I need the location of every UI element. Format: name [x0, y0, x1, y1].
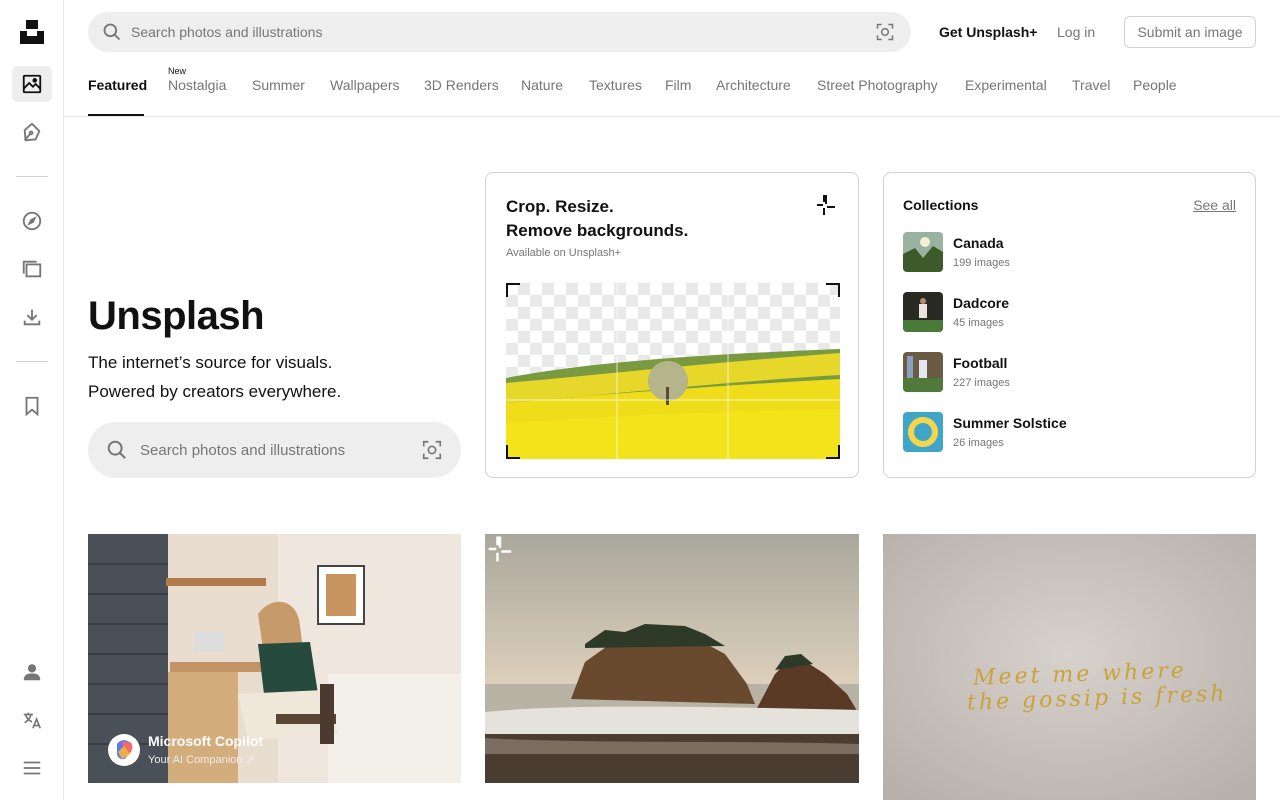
- tab-featured[interactable]: Featured: [88, 77, 147, 93]
- sidebar-user-button[interactable]: [12, 654, 52, 690]
- collection-thumbnail: [903, 412, 943, 452]
- collection-name: Canada: [953, 235, 1004, 251]
- tab-summer[interactable]: Summer: [252, 77, 305, 93]
- collection-count: 227 images: [953, 377, 1010, 389]
- collection-count: 45 images: [953, 317, 1004, 329]
- workspace-photo-illustration: [88, 534, 461, 783]
- promo-title: Crop. Resize. Remove backgrounds.: [506, 195, 688, 243]
- sidebar: [0, 0, 64, 800]
- sidebar-download-button[interactable]: [12, 299, 52, 335]
- promo-title-line-1: Crop. Resize.: [506, 197, 614, 216]
- field-tree-illustration: [506, 283, 840, 459]
- hero-search-bar[interactable]: [88, 422, 461, 478]
- illustrations-pen-icon: [23, 122, 41, 142]
- tab-3d-renders[interactable]: 3D Renders: [424, 77, 499, 93]
- collection-item-summer-solstice[interactable]: Summer Solstice 26 images: [903, 412, 1233, 452]
- collection-item-dadcore[interactable]: Dadcore 45 images: [903, 292, 1233, 332]
- collections-card: Collections See all Canada 199 images Da…: [883, 172, 1256, 478]
- collection-item-canada[interactable]: Canada 199 images: [903, 232, 1233, 272]
- collection-count: 26 images: [953, 437, 1004, 449]
- sidebar-menu-button[interactable]: [12, 750, 52, 786]
- topic-tabs: Featured New Nostalgia Summer Wallpapers…: [64, 64, 1280, 117]
- collection-name: Summer Solstice: [953, 415, 1067, 431]
- submit-image-button[interactable]: Submit an image: [1124, 16, 1256, 48]
- microsoft-copilot-logo-icon: [108, 734, 140, 766]
- sidebar-language-button[interactable]: [12, 702, 52, 738]
- collections-icon: [22, 260, 42, 278]
- hero-title: Unsplash: [88, 294, 265, 338]
- coastal-rocks-photo-illustration: [485, 534, 859, 783]
- sponsor-tagline: Your AI Companion ↗: [148, 754, 255, 766]
- sidebar-divider: [16, 176, 48, 177]
- collection-count: 199 images: [953, 257, 1010, 269]
- visual-search-icon[interactable]: [421, 439, 443, 461]
- search-icon[interactable]: [106, 439, 128, 461]
- sidebar-photos-button[interactable]: [12, 66, 52, 102]
- collection-name: Football: [953, 355, 1008, 371]
- collection-thumbnail: [903, 352, 943, 392]
- tab-nature[interactable]: Nature: [521, 77, 563, 93]
- unsplash-plus-icon: [817, 195, 835, 215]
- sidebar-collections-button[interactable]: [12, 251, 52, 287]
- user-icon: [23, 664, 41, 681]
- tab-nostalgia[interactable]: Nostalgia: [168, 77, 226, 93]
- tab-wallpapers[interactable]: Wallpapers: [330, 77, 400, 93]
- bookmark-icon: [25, 396, 39, 417]
- hero-tagline-1: The internet’s source for visuals.: [88, 353, 333, 372]
- sponsor-name: Microsoft Copilot: [148, 733, 264, 749]
- get-unsplash-plus-link[interactable]: Get Unsplash+: [939, 24, 1037, 40]
- sidebar-bookmark-button[interactable]: [12, 388, 52, 424]
- explore-compass-icon: [22, 211, 42, 231]
- language-icon: [23, 712, 42, 729]
- download-icon: [23, 309, 41, 326]
- unsplash-logo-icon[interactable]: [18, 18, 46, 46]
- promo-title-line-2: Remove backgrounds.: [506, 221, 689, 240]
- collections-title: Collections: [903, 197, 979, 213]
- unsplash-plus-promo-card[interactable]: Crop. Resize. Remove backgrounds. Availa…: [485, 172, 859, 478]
- collection-thumbnail: [903, 292, 943, 332]
- collection-item-football[interactable]: Football 227 images: [903, 352, 1233, 392]
- visual-search-icon[interactable]: [875, 22, 895, 42]
- hero-search-input[interactable]: [140, 422, 410, 478]
- top-header: Get Unsplash+ Log in Submit an image: [64, 0, 1280, 64]
- tab-architecture[interactable]: Architecture: [716, 77, 791, 93]
- tab-travel[interactable]: Travel: [1072, 77, 1110, 93]
- see-all-collections-link[interactable]: See all: [1193, 197, 1236, 213]
- login-link[interactable]: Log in: [1057, 24, 1095, 40]
- tab-street-photography[interactable]: Street Photography: [817, 77, 938, 93]
- tab-textures[interactable]: Textures: [589, 77, 642, 93]
- photos-icon: [22, 74, 42, 94]
- sidebar-divider: [16, 361, 48, 362]
- collection-name: Dadcore: [953, 295, 1010, 311]
- sidebar-explore-button[interactable]: [12, 203, 52, 239]
- crop-demo-image: [506, 283, 840, 459]
- photo-coastal-rocks[interactable]: [485, 534, 859, 783]
- hero-tagline-2: Powered by creators everywhere.: [88, 382, 342, 401]
- tab-film[interactable]: Film: [665, 77, 691, 93]
- collection-thumbnail: [903, 232, 943, 272]
- search-icon[interactable]: [102, 22, 122, 42]
- menu-icon: [23, 761, 41, 775]
- sidebar-illustrations-button[interactable]: [12, 114, 52, 150]
- header-search-bar[interactable]: [88, 12, 911, 52]
- header-search-input[interactable]: [131, 12, 851, 52]
- active-tab-indicator: [88, 114, 144, 116]
- tab-people[interactable]: People: [1133, 77, 1177, 93]
- new-badge: New: [168, 66, 187, 76]
- tab-experimental[interactable]: Experimental: [965, 77, 1047, 93]
- promo-subtitle: Available on Unsplash+: [506, 247, 622, 259]
- photo-gossip-text[interactable]: Meet me where the gossip is fresh: [883, 534, 1256, 800]
- photo-sponsored-workspace[interactable]: Microsoft Copilot Your AI Companion ↗: [88, 534, 461, 783]
- unsplash-plus-badge-icon: [488, 536, 512, 562]
